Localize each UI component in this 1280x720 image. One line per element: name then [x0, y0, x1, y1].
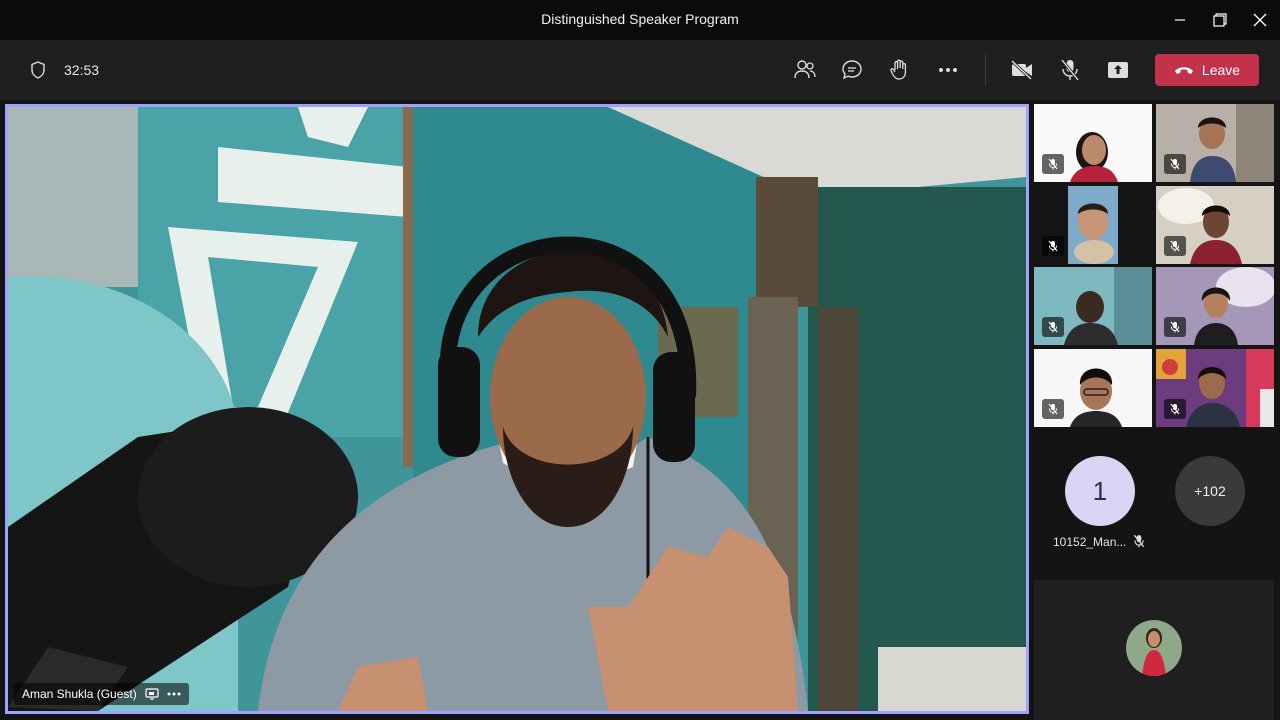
active-speaker-video[interactable]: Aman Shukla (Guest): [5, 104, 1029, 714]
muted-badge: [1164, 399, 1186, 419]
title-bar: Distinguished Speaker Program: [0, 0, 1280, 40]
participant-tile[interactable]: [1156, 186, 1274, 264]
more-icon[interactable]: [167, 692, 181, 696]
chat-button[interactable]: [836, 56, 868, 84]
mic-off-icon: [1048, 403, 1058, 415]
muted-badge: [1042, 399, 1064, 419]
participant-name: 10152_Man...: [1053, 535, 1127, 549]
mic-toggle-button[interactable]: [1054, 56, 1086, 84]
reactions-button[interactable]: [884, 56, 916, 84]
pin-icon[interactable]: [145, 688, 159, 700]
self-view-avatar[interactable]: [1126, 620, 1182, 676]
muted-badge: [1164, 317, 1186, 337]
self-video: [1126, 620, 1182, 676]
mic-off-icon: [1048, 240, 1058, 252]
participant-tile[interactable]: [1156, 267, 1274, 345]
share-screen-button[interactable]: [1102, 56, 1134, 84]
speaker-name: Aman Shukla (Guest): [22, 687, 137, 701]
participant-avatar[interactable]: 1: [1065, 456, 1135, 526]
chat-icon: [842, 60, 862, 80]
participant-tile[interactable]: [1034, 349, 1152, 427]
hang-up-icon: [1174, 67, 1193, 74]
participant-tile[interactable]: [1034, 186, 1152, 264]
window-title: Distinguished Speaker Program: [541, 11, 739, 27]
mic-off-icon: [1170, 403, 1180, 415]
minimize-icon: [1175, 19, 1185, 21]
restore-icon: [1213, 13, 1227, 27]
muted-badge: [1042, 154, 1064, 174]
minimize-button[interactable]: [1160, 6, 1200, 34]
mic-off-icon: [1048, 158, 1058, 170]
more-participants-button[interactable]: +102: [1175, 456, 1245, 526]
participant-tile[interactable]: [1034, 267, 1152, 345]
speaker-name-tag: Aman Shukla (Guest): [14, 683, 189, 705]
close-icon: [1253, 13, 1267, 27]
leave-label: Leave: [1201, 62, 1241, 78]
speaker-video-frame: [8, 107, 1026, 711]
mic-off-icon: [1170, 240, 1180, 252]
meeting-toolbar: 32:53 Leave: [0, 40, 1280, 100]
camera-off-icon: [1010, 60, 1033, 80]
mic-off-icon: [1170, 321, 1180, 333]
participant-tile[interactable]: [1034, 104, 1152, 182]
raise-hand-icon: [890, 59, 907, 80]
muted-badge: [1042, 236, 1064, 256]
mic-off-icon: [1133, 534, 1145, 548]
close-button[interactable]: [1240, 6, 1280, 34]
leave-button[interactable]: Leave: [1155, 54, 1259, 86]
muted-badge: [1164, 236, 1186, 256]
participant-tile[interactable]: [1156, 104, 1274, 182]
participants-button[interactable]: [789, 56, 821, 84]
mic-off-icon: [1170, 158, 1180, 170]
more-options-button[interactable]: [932, 56, 964, 84]
mic-off-icon: [1048, 321, 1058, 333]
more-icon: [939, 68, 957, 72]
restore-button[interactable]: [1200, 6, 1240, 34]
shield-icon[interactable]: [28, 60, 48, 80]
participant-tile[interactable]: [1156, 349, 1274, 427]
muted-badge: [1042, 317, 1064, 337]
mic-off-icon: [1060, 59, 1080, 81]
meeting-timer: 32:53: [64, 62, 100, 78]
camera-toggle-button[interactable]: [1006, 56, 1038, 84]
share-icon: [1108, 62, 1128, 78]
muted-badge: [1164, 154, 1186, 174]
toolbar-divider: [985, 54, 986, 86]
people-icon: [794, 60, 816, 79]
